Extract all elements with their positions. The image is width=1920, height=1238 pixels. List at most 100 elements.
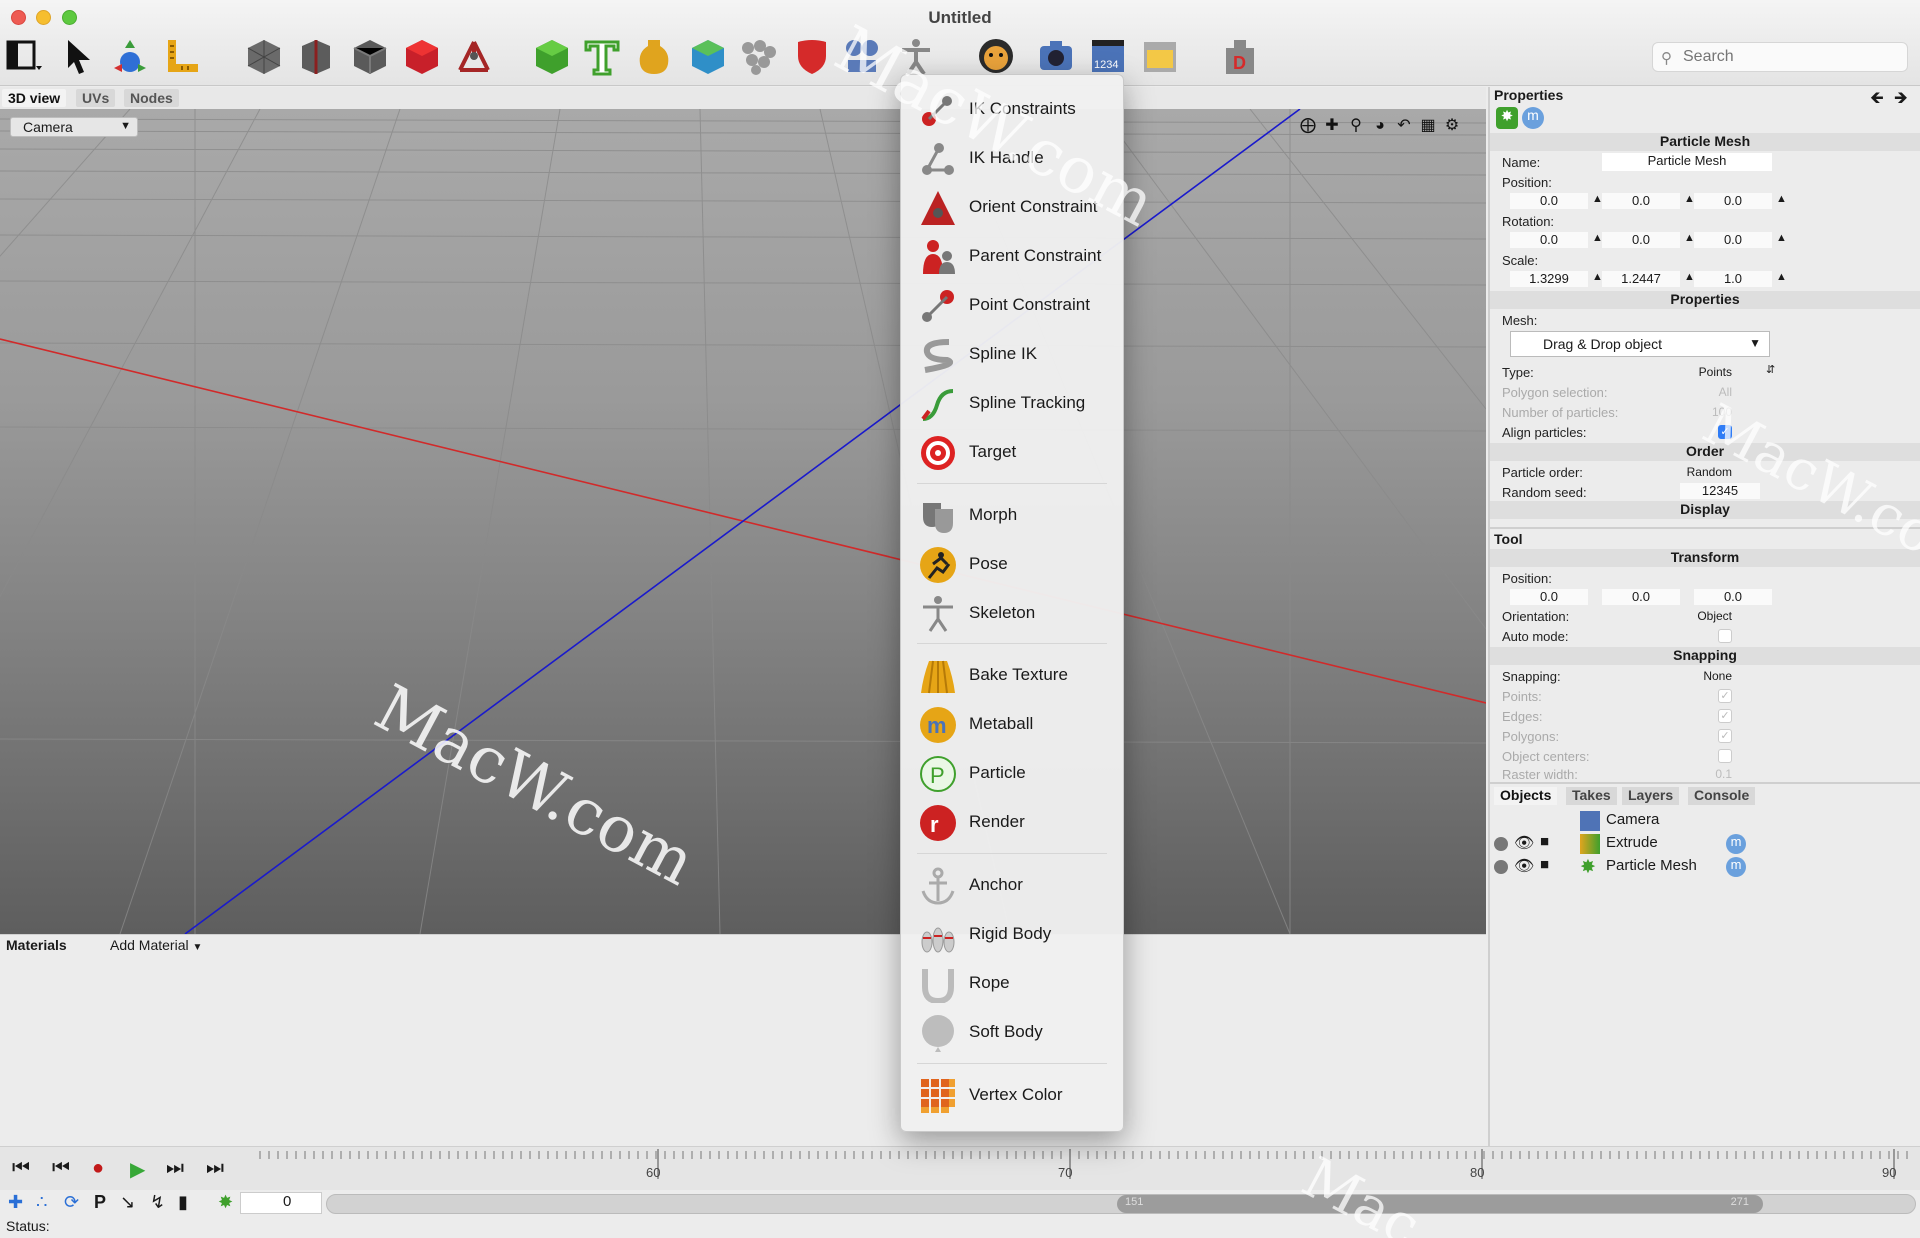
menu-item-pose[interactable]: Pose (915, 544, 1115, 584)
visibility-dot[interactable] (1494, 860, 1508, 874)
position-x-field[interactable]: 0.0 (1510, 193, 1588, 209)
search-input[interactable] (1683, 47, 1893, 67)
go-to-end-button[interactable]: ⏭ (206, 1157, 224, 1180)
menu-item-parent-constraint[interactable]: Parent Constraint (915, 236, 1115, 276)
orientation-value[interactable]: Object (1652, 609, 1732, 623)
p-icon[interactable]: P (94, 1192, 106, 1213)
menu-item-ik-handle[interactable]: IK Handle (915, 138, 1115, 178)
constraints-icon[interactable] (842, 36, 882, 76)
graph-icon[interactable]: ↯ (150, 1192, 165, 1213)
layout-icon[interactable] (4, 36, 44, 76)
box-icon[interactable] (688, 36, 728, 76)
tab-uvs[interactable]: UVs (76, 89, 116, 107)
particle-mesh-tab-icon[interactable]: ✸ (1496, 107, 1518, 129)
tiger-icon[interactable] (976, 36, 1016, 76)
stepper-icon[interactable]: ▲ (1776, 271, 1787, 283)
menu-item-skeleton[interactable]: Skeleton (915, 593, 1115, 633)
shield-icon[interactable] (792, 36, 832, 76)
rotate-icon[interactable]: ⟳ (64, 1192, 79, 1213)
go-to-start-button[interactable]: ⏮ (12, 1157, 30, 1180)
tool-position-y-field[interactable]: 0.0 (1602, 589, 1680, 605)
time-range-handle[interactable]: 151 271 (1117, 1195, 1763, 1213)
select-arrow-icon[interactable] (60, 36, 100, 76)
menu-item-orient-constraint[interactable]: Orient Constraint (915, 187, 1115, 227)
scale-z-field[interactable]: 1.0 (1694, 271, 1772, 287)
snapping-value[interactable]: None (1652, 669, 1732, 683)
name-field[interactable]: Particle Mesh (1602, 153, 1772, 171)
position-z-field[interactable]: 0.0 (1694, 193, 1772, 209)
camera-icon[interactable] (1036, 36, 1076, 76)
object-row-extrude[interactable]: 👁 ■ Extrude m (1490, 833, 1920, 855)
type-value[interactable]: Points (1652, 365, 1732, 379)
move-icon[interactable]: ✚ (8, 1192, 23, 1213)
d-plugin-icon[interactable]: D (1220, 36, 1260, 76)
menu-item-rope[interactable]: Rope (915, 963, 1115, 1005)
fit-icon[interactable]: ◕ (1368, 117, 1392, 135)
menu-item-render[interactable]: r Render (915, 802, 1115, 842)
eye-icon[interactable]: 👁 (1514, 856, 1534, 876)
menu-item-vertex-color[interactable]: Vertex Color (915, 1075, 1115, 1115)
add-material-button[interactable]: Add Material ▼ (110, 937, 202, 953)
arrow-right-icon[interactable]: 🡺 (1894, 85, 1908, 114)
quad-view-icon[interactable]: ▦ (1416, 115, 1440, 135)
tab-console[interactable]: Console (1688, 787, 1756, 805)
stepper-icon[interactable]: ▲ (1776, 232, 1787, 244)
object-row-particle-mesh[interactable]: 👁 ■ ✸ Particle Mesh m (1490, 856, 1920, 878)
nodes-icon[interactable]: ∴ (36, 1192, 47, 1213)
camera-select[interactable]: Camera ▼ (10, 117, 138, 137)
text-icon[interactable] (582, 36, 622, 76)
rotation-z-field[interactable]: 0.0 (1694, 232, 1772, 248)
transform-tool-icon[interactable] (110, 36, 150, 76)
timeline-ruler[interactable] (258, 1147, 1916, 1191)
pan-icon[interactable]: ✚ (1320, 115, 1344, 135)
scale-y-field[interactable]: 1.2447 (1602, 271, 1680, 287)
random-seed-field[interactable]: 12345 (1680, 483, 1760, 499)
metaball-tab-icon[interactable]: m (1522, 107, 1544, 129)
menu-item-morph[interactable]: Morph (915, 495, 1115, 535)
mesh-object-icon[interactable] (244, 36, 284, 76)
menu-item-soft-body[interactable]: Soft Body (915, 1012, 1115, 1052)
3d-viewport[interactable]: Camera ▼ ⨁ ✚ ⚲ ◕ ↶ ▦ ⚙ MacW.com (0, 109, 1486, 934)
red-cube-icon[interactable] (402, 36, 442, 76)
green-cube-icon[interactable] (532, 36, 572, 76)
tab-objects[interactable]: Objects (1494, 787, 1558, 805)
position-y-field[interactable]: 0.0 (1602, 193, 1680, 209)
menu-item-particle[interactable]: P Particle (915, 753, 1115, 793)
figure-icon[interactable] (896, 36, 936, 76)
zoom-icon[interactable]: ⚲ (1344, 115, 1368, 135)
render-clip-icon[interactable]: 1234 (1088, 36, 1128, 76)
rotation-y-field[interactable]: 0.0 (1602, 232, 1680, 248)
time-range-scrubber[interactable]: 151 271 (326, 1194, 1916, 1214)
render-camera-icon[interactable]: ■ (1540, 833, 1549, 850)
play-button[interactable]: ▶ (130, 1157, 145, 1182)
object-row-camera[interactable]: Camera (1490, 810, 1920, 832)
eye-icon[interactable]: 👁 (1514, 833, 1534, 853)
updown-icon[interactable]: ⇵ (1766, 363, 1775, 376)
metaball-tag-icon[interactable]: m (1726, 834, 1746, 854)
undo-view-icon[interactable]: ↶ (1392, 115, 1416, 135)
next-frame-button[interactable]: ⏭ (166, 1157, 184, 1180)
menu-item-rigid-body[interactable]: Rigid Body (915, 914, 1115, 954)
stepper-icon[interactable]: ▲ (1776, 193, 1787, 205)
tool-position-x-field[interactable]: 0.0 (1510, 589, 1588, 605)
bars-icon[interactable]: ▮ (178, 1192, 188, 1213)
tab-layers[interactable]: Layers (1622, 787, 1680, 805)
rotation-x-field[interactable]: 0.0 (1510, 232, 1588, 248)
render-camera-icon[interactable]: ■ (1540, 856, 1549, 873)
arrow-left-icon[interactable]: 🡸 (1870, 85, 1884, 114)
record-button[interactable]: ● (92, 1157, 104, 1180)
align-particles-checkbox[interactable]: ✓ (1718, 425, 1732, 439)
tab-3d-view[interactable]: 3D view (2, 89, 67, 107)
menu-item-anchor[interactable]: Anchor (915, 865, 1115, 905)
sphere-cluster-icon[interactable] (738, 36, 778, 76)
menu-item-ik-constraints[interactable]: IK Constraints (915, 89, 1115, 129)
menu-item-metaball[interactable]: m Metaball (915, 704, 1115, 744)
search-box[interactable]: ⚲ (1652, 42, 1908, 72)
window-icon[interactable] (1140, 36, 1180, 76)
auto-mode-checkbox[interactable] (1718, 629, 1732, 643)
menu-item-target[interactable]: Target (915, 432, 1115, 472)
particle-order-value[interactable]: Random (1652, 465, 1732, 479)
menu-item-point-constraint[interactable]: Point Constraint (915, 285, 1115, 325)
tool-position-z-field[interactable]: 0.0 (1694, 589, 1772, 605)
menu-item-spline-ik[interactable]: Spline IK (915, 334, 1115, 374)
